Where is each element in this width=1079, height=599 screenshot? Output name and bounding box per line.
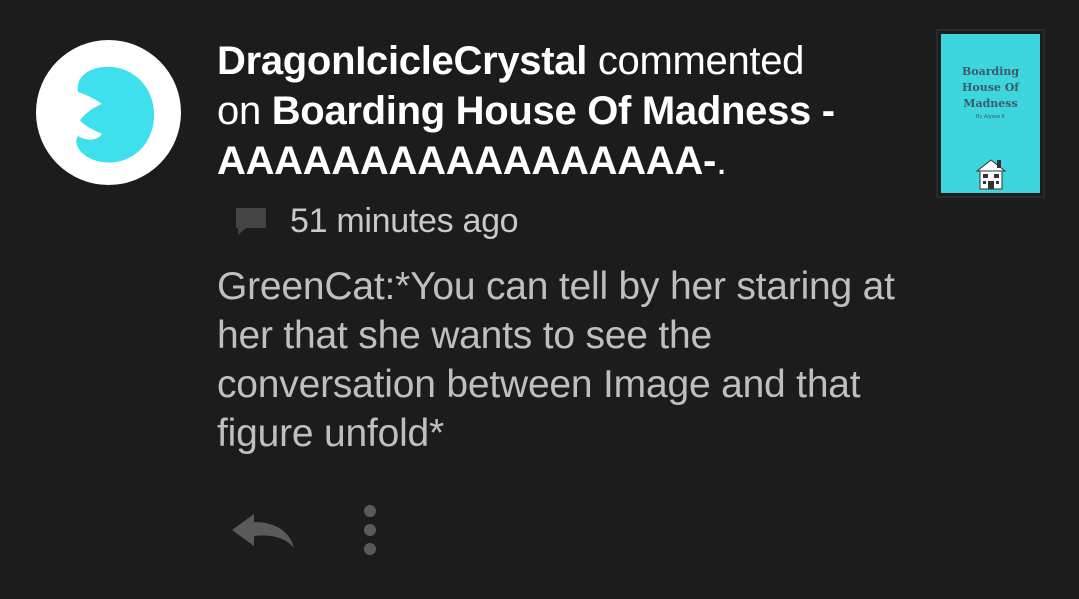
comment-notification[interactable]: DragonIcicleCrystal commented on Boardin… [0, 0, 1079, 599]
cover-art: Boarding House Of Madness By Alyssa K [941, 34, 1040, 193]
avatar-blob-icon [76, 66, 155, 163]
trailing-period: . [716, 139, 727, 183]
reply-button[interactable] [226, 506, 298, 554]
action-bar [226, 500, 380, 560]
preposition-text: on [217, 89, 272, 133]
cover-title: Boarding House Of Madness [961, 65, 1020, 110]
story-cover[interactable]: Boarding House Of Madness By Alyssa K [936, 29, 1045, 198]
comment-meta: 51 minutes ago [234, 198, 519, 244]
notification-headline[interactable]: DragonIcicleCrystal commented on Boardin… [217, 36, 897, 186]
house-icon [975, 159, 1006, 190]
user-avatar[interactable] [36, 40, 181, 185]
username-link[interactable]: DragonIcicleCrystal [217, 39, 587, 83]
action-text: commented [587, 39, 805, 83]
reply-arrow-icon [232, 514, 294, 548]
more-options-button[interactable] [360, 502, 380, 558]
story-title-link[interactable]: Boarding House Of Madness - AAAAAAAAAAAA… [217, 89, 835, 183]
vertical-dots-icon [364, 505, 376, 555]
timestamp: 51 minutes ago [290, 201, 519, 240]
cover-author: By Alyssa K [976, 114, 1005, 120]
speech-bubble-icon [236, 208, 266, 235]
comment-text: GreenCat:*You can tell by her staring at… [217, 265, 895, 455]
